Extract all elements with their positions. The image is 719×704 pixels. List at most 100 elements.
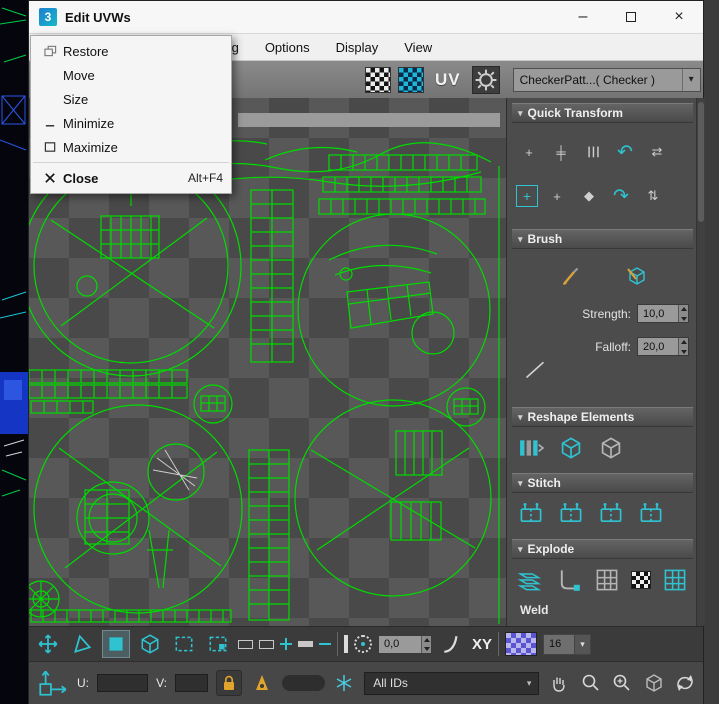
rotate-ccw-icon[interactable]: ↶ [612,140,638,164]
zoom-icon[interactable] [579,671,603,695]
move-plus-icon[interactable]: + [544,184,570,208]
bottom-toolbar: 0,0 XY 16 ▾ [29,626,703,661]
falloff-field[interactable]: 20,0 [637,337,689,356]
menu-options[interactable]: Options [265,40,310,55]
scale-tool-button[interactable] [102,630,130,658]
menu-item-move[interactable]: Move [31,63,231,87]
expand-selection-icon[interactable] [280,638,292,650]
explode-layers-icon[interactable] [516,566,544,594]
uvw-gizmo-icon[interactable] [35,667,69,699]
spin-up-icon[interactable] [679,338,688,347]
xy-space-label[interactable]: XY [472,636,492,653]
move-tool-button[interactable] [34,630,62,658]
checker-diamond-icon[interactable]: ◆ [576,184,602,208]
menu-item-minimize[interactable]: Minimize [31,111,231,135]
zoom-extents-cube-icon[interactable] [642,671,666,695]
falloff-curve-icon[interactable] [438,630,466,658]
menu-view[interactable]: View [404,40,432,55]
rollout-arrow-icon: ▾ [518,107,523,118]
lock-icon [224,675,235,690]
brush-header[interactable]: ▾ Brush [512,229,693,249]
paint-select-icon[interactable] [344,635,348,653]
relax-brush-icon[interactable] [621,262,651,290]
rescale-element-icon[interactable] [596,434,626,462]
rectangle-select-icon[interactable] [170,630,198,658]
toolbar-separator [337,632,338,656]
spin-down-icon[interactable] [679,314,688,323]
stitch-header[interactable]: ▾ Stitch [512,473,693,493]
flatten-checker-icon[interactable] [631,571,651,589]
swap-vertical-icon[interactable]: ⇅ [640,184,666,208]
checker-pattern-icon[interactable] [365,66,391,93]
shrink-rect-icon[interactable] [259,639,274,649]
reshape-header[interactable]: ▾ Reshape Elements [512,407,693,427]
app-logo-icon: 3 [39,8,57,26]
coord-spinner[interactable] [421,635,431,653]
panel-scrollbar[interactable] [696,98,705,626]
spin-up-icon[interactable] [679,305,688,314]
zoom-region-icon[interactable] [610,671,634,695]
rotate-tool-button[interactable] [68,630,96,658]
scrollbar-thumb[interactable] [698,102,704,222]
snap-plus-icon[interactable]: + [516,185,538,207]
stitch-title: Stitch [527,476,561,490]
snap-toggle-icon[interactable] [250,671,274,695]
rectangle-select-alt-icon[interactable] [204,630,232,658]
checker-color-icon[interactable] [398,66,424,93]
menu-display[interactable]: Display [336,40,379,55]
explode-header[interactable]: ▾ Explode [512,539,693,559]
stitch-custom-icon[interactable] [516,500,546,528]
freeze-snowflake-icon[interactable] [333,671,357,695]
texture-dropdown[interactable]: CheckerPatt...( Checker ) ▾ [512,67,701,92]
falloff-spinner[interactable] [678,338,688,355]
relax-element-icon[interactable] [556,434,586,462]
contract-selection-icon[interactable] [319,643,331,645]
menu-item-size[interactable]: Size [31,87,231,111]
close-icon [44,173,55,183]
soft-selection-icon[interactable] [354,635,372,653]
stitch-target-icon[interactable] [636,500,666,528]
falloff-line-icon[interactable] [520,355,550,383]
texture-settings-button[interactable] [471,65,500,94]
menu-item-restore[interactable]: Restore [31,39,231,63]
break-edges-icon[interactable] [554,566,582,594]
lock-selection-button[interactable] [216,670,242,696]
flatten-strip-icon[interactable] [661,566,689,594]
spin-down-icon[interactable] [679,347,688,356]
rotate-cw-icon[interactable]: ↷ [608,184,634,208]
strength-field[interactable]: 10,0 [637,304,689,323]
rotate-view-icon[interactable] [673,671,697,695]
quick-transform-header[interactable]: ▾ Quick Transform [512,103,693,123]
distribute-vertical-icon[interactable]: ┃┃┃ [580,140,606,164]
menu-item-close[interactable]: Close Alt+F4 [31,166,231,190]
stitch-average-icon[interactable] [596,500,626,528]
minimize-button[interactable]: – [559,1,607,33]
material-id-dropdown[interactable]: All IDs ▾ [364,671,540,695]
flatten-grid-icon[interactable] [593,566,621,594]
grid-size-dropdown-arrow[interactable]: ▾ [574,634,591,654]
system-menu: Restore Move Size Minimize Maximize Clos… [30,35,232,194]
stitch-source-icon[interactable] [556,500,586,528]
pan-hand-icon[interactable] [547,671,571,695]
grow-rect-icon[interactable] [238,639,253,649]
paint-brush-icon[interactable] [555,262,585,290]
falloff-distance-field[interactable]: 0,0 [378,634,432,654]
strength-spinner[interactable] [678,305,688,322]
v-value-field[interactable] [174,674,209,692]
u-value-field[interactable] [97,674,149,692]
collapse-rect-icon[interactable] [298,641,313,647]
align-plus-icon[interactable]: + [516,140,542,164]
straighten-selection-icon[interactable] [516,434,546,462]
spin-up-icon[interactable] [422,636,431,645]
pixel-snap-icon[interactable] [505,632,538,656]
spin-down-icon[interactable] [422,644,431,653]
freeform-tool-button[interactable] [136,630,164,658]
swap-horizontal-icon[interactable]: ⇄ [644,140,670,164]
maximize-button[interactable] [607,1,655,33]
close-button[interactable]: × [655,1,703,33]
title-bar[interactable]: 3 Edit UVWs – × [29,1,703,34]
quick-transform-title: Quick Transform [527,106,623,120]
menu-item-maximize[interactable]: Maximize [31,135,231,159]
align-horizontal-icon[interactable]: ╪ [548,140,574,164]
grid-size-field[interactable]: 16 ▾ [543,633,592,655]
